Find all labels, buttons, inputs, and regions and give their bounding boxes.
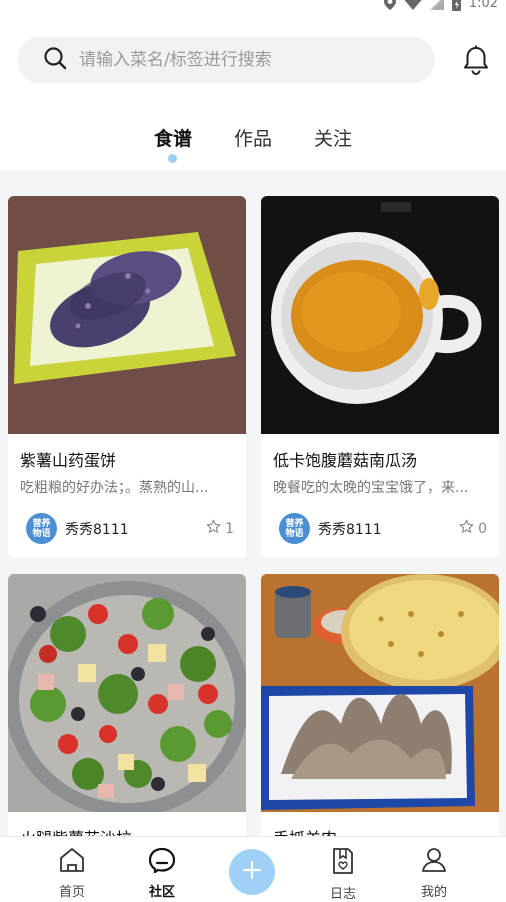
tab-following[interactable]: 关注 xyxy=(314,120,352,155)
avatar[interactable]: 营养 物语 xyxy=(26,513,57,544)
avatar-text-line2: 物语 xyxy=(32,528,51,539)
tab-works-label: 作品 xyxy=(233,128,272,150)
tab-bar: 食谱 作品 关注 xyxy=(0,120,506,163)
author-name[interactable]: 秀秀8111 xyxy=(318,519,459,539)
recipe-card[interactable]: 手抓羊肉 xyxy=(261,574,499,836)
recipe-meta: 营养 物语 秀秀8111 0 xyxy=(261,497,499,558)
favorite-count: 0 xyxy=(478,520,487,537)
header: 食谱 作品 关注 xyxy=(0,20,506,170)
wifi-icon xyxy=(404,0,422,10)
status-time: 1:02 xyxy=(468,0,498,11)
tab-recipes[interactable]: 食谱 xyxy=(153,120,192,163)
status-bar: 1:02 xyxy=(0,0,506,20)
recipe-card[interactable]: 低卡饱腹蘑菇南瓜汤 晚餐吃的太晚的宝宝饿了，来... 营养 物语 秀秀8111 … xyxy=(261,196,499,558)
nav-journal[interactable]: 日志 xyxy=(313,847,373,902)
nav-home-label: 首页 xyxy=(58,885,85,900)
recipe-meta: 营养 物语 秀秀8111 1 xyxy=(8,497,246,558)
profile-icon xyxy=(421,847,447,877)
tab-recipes-label: 食谱 xyxy=(153,128,192,150)
star-icon xyxy=(206,519,221,538)
notification-button[interactable] xyxy=(460,45,492,79)
signal-icon xyxy=(429,0,444,10)
tab-works[interactable]: 作品 xyxy=(234,120,272,155)
avatar[interactable]: 营养 物语 xyxy=(279,513,310,544)
battery-icon xyxy=(451,0,461,11)
nav-community[interactable]: 社区 xyxy=(132,847,192,900)
home-icon xyxy=(59,847,85,877)
nav-community-label: 社区 xyxy=(148,885,175,900)
community-icon xyxy=(148,847,176,877)
recipe-feed: 紫薯山药蛋饼 吃粗粮的好办法；。蒸熟的山... 营养 物语 秀秀8111 1 低… xyxy=(8,196,499,836)
tab-following-label: 关注 xyxy=(314,128,353,150)
status-icons: 1:02 xyxy=(383,0,498,12)
author-name[interactable]: 秀秀8111 xyxy=(65,519,206,539)
avatar-text-line2: 物语 xyxy=(285,528,304,539)
nav-journal-label: 日志 xyxy=(329,887,356,902)
add-post-button[interactable] xyxy=(229,849,275,895)
recipe-card[interactable]: 火腿紫薯花沙拉 xyxy=(8,574,246,836)
active-tab-indicator xyxy=(168,154,178,163)
recipe-title: 紫薯山药蛋饼 xyxy=(20,451,117,470)
avatar-text-line1: 营养 xyxy=(32,518,51,529)
recipe-description: 吃粗粮的好办法；。蒸熟的山... xyxy=(20,480,209,496)
search-icon xyxy=(43,46,67,74)
location-icon xyxy=(383,0,396,10)
search-bar[interactable] xyxy=(17,37,435,83)
plus-icon xyxy=(242,860,262,884)
bottom-navigation: 首页 社区 日志 我的 xyxy=(0,836,506,902)
search-input[interactable] xyxy=(79,50,409,70)
star-icon xyxy=(459,519,474,538)
recipe-title: 火腿紫薯花沙拉 xyxy=(8,812,246,836)
favorite-count: 1 xyxy=(225,520,234,537)
recipe-image xyxy=(261,196,499,434)
avatar-text-line1: 营养 xyxy=(285,518,304,529)
nav-profile-label: 我的 xyxy=(420,885,447,900)
journal-icon xyxy=(331,847,355,879)
recipe-title: 手抓羊肉 xyxy=(261,812,499,836)
nav-home[interactable]: 首页 xyxy=(42,847,102,900)
favorite-button[interactable]: 1 xyxy=(206,519,234,538)
recipe-title: 低卡饱腹蘑菇南瓜汤 xyxy=(273,451,418,470)
recipe-description: 晚餐吃的太晚的宝宝饿了，来... xyxy=(273,480,469,496)
bell-icon xyxy=(462,45,490,79)
favorite-button[interactable]: 0 xyxy=(459,519,487,538)
recipe-image xyxy=(261,574,499,812)
recipe-card[interactable]: 紫薯山药蛋饼 吃粗粮的好办法；。蒸熟的山... 营养 物语 秀秀8111 1 xyxy=(8,196,246,558)
recipe-image xyxy=(8,574,246,812)
recipe-image xyxy=(8,196,246,434)
nav-profile[interactable]: 我的 xyxy=(404,847,464,900)
